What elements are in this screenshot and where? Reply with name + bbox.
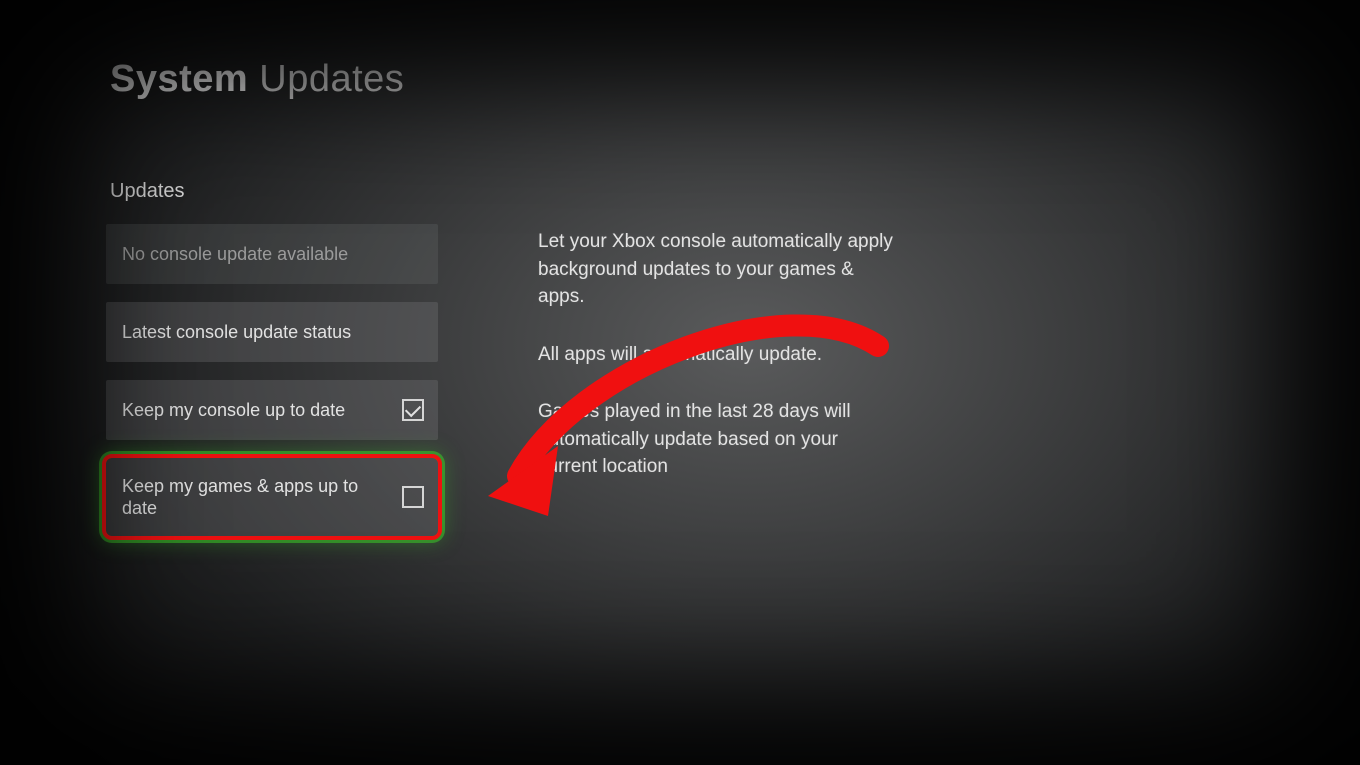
- description-paragraph: All apps will automatically update.: [538, 341, 898, 369]
- checkbox-keep-games[interactable]: [402, 486, 424, 508]
- title-light: Updates: [259, 58, 404, 100]
- title-bold: System: [110, 58, 248, 100]
- option-list: No console update available Latest conso…: [106, 224, 438, 536]
- description-paragraph: Let your Xbox console automatically appl…: [538, 228, 898, 311]
- option-no-console-update: No console update available: [106, 224, 438, 284]
- page-title: System Updates: [110, 58, 404, 101]
- description-paragraph: Games played in the last 28 days will au…: [538, 398, 898, 481]
- option-keep-console-up-to-date[interactable]: Keep my console up to date: [106, 380, 438, 440]
- description-panel: Let your Xbox console automatically appl…: [538, 228, 898, 481]
- option-label: No console update available: [122, 243, 422, 266]
- option-label: Keep my console up to date: [122, 399, 422, 422]
- section-label-updates: Updates: [110, 180, 185, 203]
- option-keep-games-apps-up-to-date[interactable]: Keep my games & apps up to date: [106, 458, 438, 536]
- settings-screen: System Updates Updates No console update…: [48, 10, 1350, 755]
- option-label: Latest console update status: [122, 321, 422, 344]
- checkbox-keep-console[interactable]: [402, 399, 424, 421]
- option-label: Keep my games & apps up to date: [122, 475, 422, 520]
- option-latest-status[interactable]: Latest console update status: [106, 302, 438, 362]
